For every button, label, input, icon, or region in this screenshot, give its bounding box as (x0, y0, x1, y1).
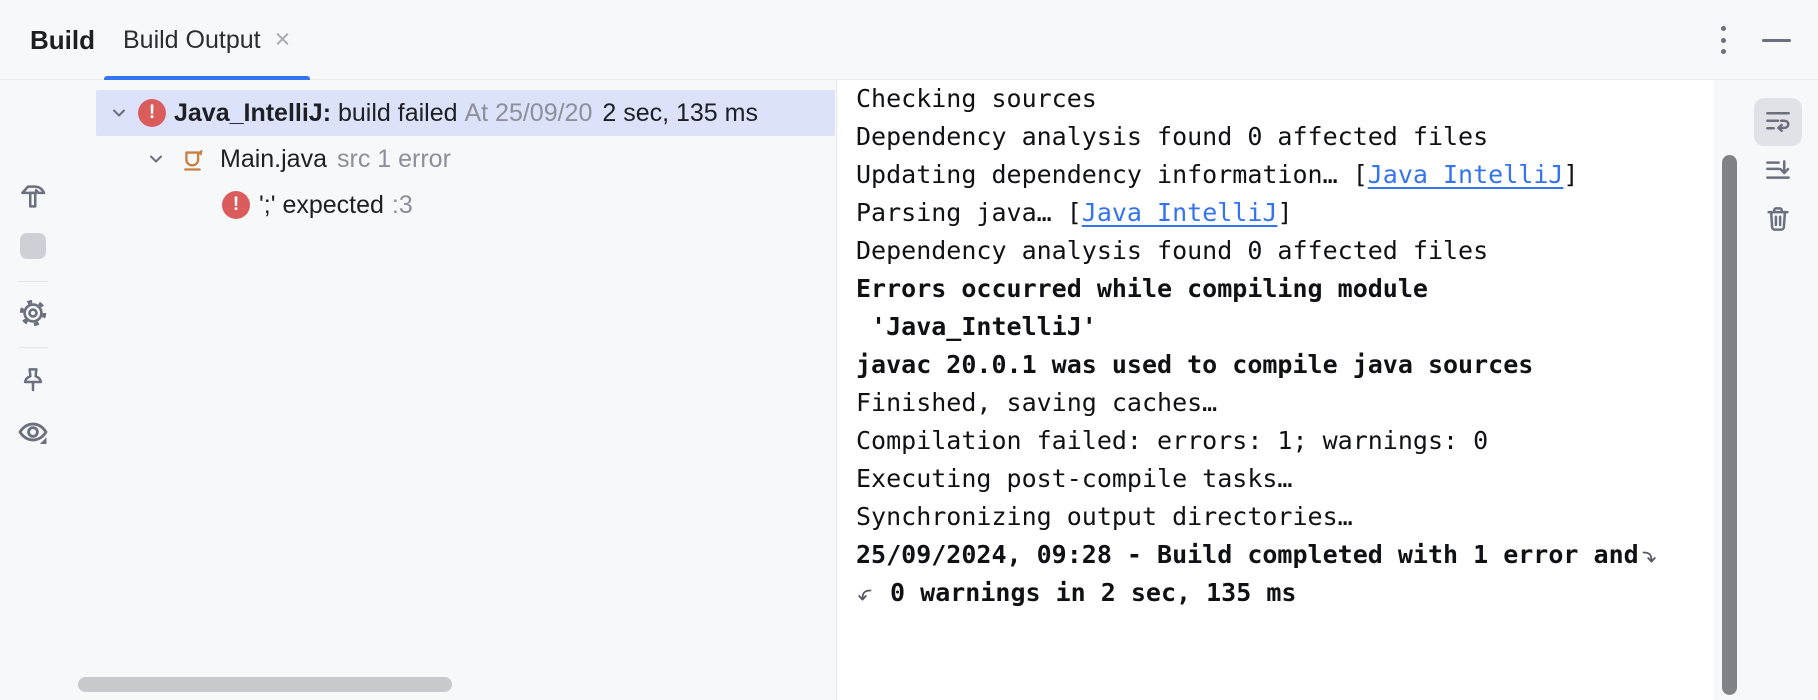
hide-tool-window-icon[interactable] (1762, 39, 1791, 42)
tool-window-header: Build Build Output × (0, 0, 1818, 80)
gear-icon (17, 297, 49, 329)
console-text: javac 20.0.1 was used to compile java so… (856, 346, 1533, 384)
console-line: 'Java_IntelliJ' (856, 308, 1714, 346)
console-text: 25/09/2024, 09:28 - Build completed with… (856, 536, 1639, 574)
build-status: build failed (331, 99, 464, 128)
console-line: Dependency analysis found 0 affected fil… (856, 118, 1714, 156)
tree-row-file[interactable]: Main.java src 1 error (75, 136, 836, 182)
hammer-icon (18, 181, 48, 211)
build-console: Checking sourcesDependency analysis foun… (838, 80, 1714, 700)
tool-window-title: Build (30, 0, 95, 80)
trash-icon (1763, 204, 1793, 234)
console-line: Parsing java… [Java_IntelliJ] (856, 194, 1714, 232)
pin-tab-button[interactable] (16, 363, 50, 397)
console-lines: Checking sourcesDependency analysis foun… (856, 80, 1714, 612)
error-message: ';' expected (259, 191, 384, 220)
stop-icon (20, 233, 46, 259)
console-text: Checking sources (856, 80, 1097, 118)
console-toolbar (1714, 80, 1818, 700)
soft-wrap-end-icon (1641, 547, 1656, 569)
java-file-icon (180, 145, 208, 173)
tree-row-error[interactable]: ! ';' expected :3 (75, 182, 836, 228)
build-tree: ! Java_IntelliJ: build failed At 25/09/2… (75, 80, 837, 700)
console-line: Compilation failed: errors: 1; warnings:… (856, 422, 1714, 460)
more-options-icon[interactable] (1717, 26, 1729, 54)
console-text: Finished, saving caches… (856, 384, 1217, 422)
console-module-link[interactable]: Java_IntelliJ (1082, 194, 1278, 232)
console-text: Errors occurred while compiling module (856, 270, 1428, 308)
console-text: Compilation failed: errors: 1; warnings:… (856, 422, 1488, 460)
tab-label: Build Output (123, 26, 261, 55)
tab-close-icon[interactable]: × (275, 26, 291, 53)
console-text: 0 warnings in 2 sec, 135 ms (875, 574, 1296, 612)
console-line: Dependency analysis found 0 affected fil… (856, 232, 1714, 270)
console-text: Parsing java… [ (856, 194, 1082, 232)
error-line-number: :3 (392, 191, 413, 220)
console-text: Updating dependency information… [ (856, 156, 1368, 194)
console-line: 25/09/2024, 09:28 - Build completed with… (856, 536, 1714, 574)
console-text: Dependency analysis found 0 affected fil… (856, 232, 1488, 270)
console-text: ] (1277, 194, 1292, 232)
console-line: Finished, saving caches… (856, 384, 1714, 422)
preview-button[interactable] (16, 415, 50, 449)
soft-wrap-start-icon (858, 585, 873, 607)
console-module-link[interactable]: Java_IntelliJ (1368, 156, 1564, 194)
console-line: Checking sources (856, 80, 1714, 118)
build-duration: 2 sec, 135 ms (602, 99, 758, 128)
pin-icon (18, 365, 48, 395)
error-badge: ! (222, 191, 250, 219)
console-line: javac 20.0.1 was used to compile java so… (856, 346, 1714, 384)
soft-wrap-icon (1763, 107, 1793, 137)
stop-button (16, 229, 50, 263)
error-badge: ! (138, 99, 166, 127)
console-text: 'Java_IntelliJ' (856, 308, 1097, 346)
build-timestamp: At 25/09/20 (464, 99, 592, 128)
build-settings-button[interactable] (16, 296, 50, 330)
console-text: Synchronizing output directories… (856, 498, 1353, 536)
rerun-build-button[interactable] (16, 179, 50, 213)
console-line: Errors occurred while compiling module (856, 270, 1714, 308)
scroll-to-end-icon (1763, 157, 1793, 187)
vertical-scrollbar[interactable] (1722, 155, 1737, 695)
soft-wrap-button[interactable] (1754, 98, 1802, 146)
file-name: Main.java (220, 145, 327, 174)
chevron-down-icon[interactable] (108, 102, 130, 124)
console-text: ] (1563, 156, 1578, 194)
build-toolbar (0, 80, 75, 700)
file-meta: src 1 error (337, 145, 451, 174)
console-line: 0 warnings in 2 sec, 135 ms (856, 574, 1714, 612)
console-text: Dependency analysis found 0 affected fil… (856, 118, 1488, 156)
chevron-down-icon[interactable] (145, 148, 167, 170)
console-text: Executing post-compile tasks… (856, 460, 1293, 498)
console-line: Synchronizing output directories… (856, 498, 1714, 536)
console-line: Updating dependency information… [Java_I… (856, 156, 1714, 194)
toolbar-divider (18, 281, 48, 282)
tree-row-module[interactable]: ! Java_IntelliJ: build failed At 25/09/2… (96, 90, 835, 136)
tab-build-output[interactable]: Build Output × (104, 0, 310, 80)
module-name: Java_IntelliJ: (174, 99, 331, 128)
eye-icon (16, 415, 50, 449)
horizontal-scrollbar[interactable] (78, 677, 452, 692)
scroll-to-end-button[interactable] (1754, 148, 1802, 196)
toolbar-divider (18, 347, 48, 348)
clear-all-button[interactable] (1754, 195, 1802, 243)
console-line: Executing post-compile tasks… (856, 460, 1714, 498)
